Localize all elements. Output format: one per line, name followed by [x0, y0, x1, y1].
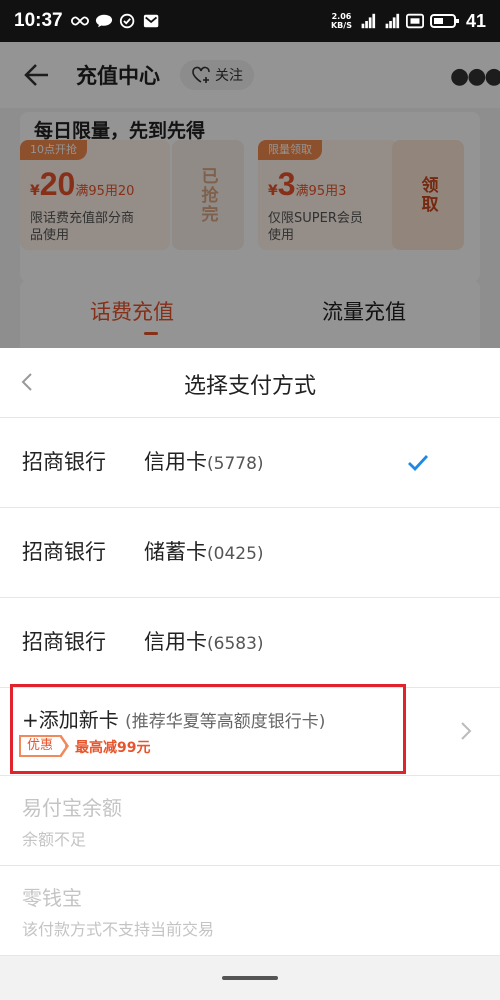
- network-speed: 2.06 KB/S: [331, 12, 352, 30]
- add-card-hint: (推荐华夏等高额度银行卡): [125, 712, 326, 732]
- selected-check-icon: [408, 455, 429, 472]
- card-number: (0425): [207, 544, 264, 564]
- infinity-icon: [70, 16, 89, 26]
- card-type-label: 信用卡: [144, 630, 207, 654]
- modal-overlay[interactable]: [0, 42, 500, 348]
- card-type-label: 信用卡: [144, 450, 207, 474]
- payment-option-card[interactable]: 招商银行 信用卡(6583): [0, 598, 500, 688]
- card-type: 信用卡(5778): [144, 446, 264, 476]
- sheet-title: 选择支付方式: [183, 374, 316, 399]
- option-subtitle: 余额不足: [22, 830, 87, 849]
- payment-option-card[interactable]: 招商银行 信用卡(5778): [0, 418, 500, 508]
- signal-4g-icon: [361, 13, 376, 29]
- card-type: 信用卡(6583): [144, 626, 264, 656]
- payment-option-card[interactable]: 招商银行 储蓄卡(0425): [0, 508, 500, 598]
- status-system-icons: 2.06 KB/S 41: [331, 11, 486, 32]
- sheet-header: 选择支付方式: [0, 348, 500, 418]
- chat-bubble-icon: [95, 14, 112, 28]
- status-notification-icons: [70, 13, 161, 29]
- check-circle-icon: [119, 13, 134, 29]
- card-type: 储蓄卡(0425): [144, 536, 264, 566]
- discount-text: 最高减99元: [75, 740, 151, 756]
- card-number: (6583): [207, 634, 264, 654]
- option-title: 易付宝余额: [22, 796, 122, 820]
- payment-option-wallet: 零钱宝 该付款方式不支持当前交易: [0, 866, 500, 956]
- add-card-title: +添加新卡 (推荐华夏等高额度银行卡): [22, 704, 325, 733]
- discount-badge: 优惠: [20, 736, 67, 756]
- hd-icon: [405, 13, 424, 29]
- bank-name: 招商银行: [22, 630, 106, 654]
- bank-name: 招商银行: [22, 450, 106, 474]
- option-subtitle: 该付款方式不支持当前交易: [22, 920, 215, 939]
- payment-method-sheet: 选择支付方式 招商银行 信用卡(5778) 招商银行 储蓄卡(0425) 招商银…: [0, 348, 500, 1000]
- home-indicator[interactable]: [222, 976, 278, 980]
- add-new-card-button[interactable]: +添加新卡 (推荐华夏等高额度银行卡) 优惠 最高减99元: [0, 686, 500, 776]
- network-speed-unit: KB/S: [330, 21, 352, 30]
- battery-icon: [429, 14, 459, 28]
- status-bar: 10:37 2.06 KB/S 41: [0, 0, 500, 42]
- chevron-right-icon: [461, 722, 472, 740]
- card-type-label: 储蓄卡: [144, 540, 207, 564]
- add-card-label: +添加新卡: [22, 708, 119, 732]
- bank-name: 招商银行: [22, 540, 106, 564]
- status-time: 10:37: [14, 10, 63, 31]
- network-speed-value: 2.06: [331, 12, 352, 21]
- signal-4g-icon-2: [385, 13, 400, 29]
- payment-option-balance: 易付宝余额 余额不足: [0, 776, 500, 866]
- mail-icon: [143, 14, 158, 28]
- option-title: 零钱宝: [22, 886, 82, 910]
- gesture-navigation-bar: [0, 956, 500, 1000]
- card-number: (5778): [207, 454, 264, 474]
- battery-level: 41: [465, 10, 486, 31]
